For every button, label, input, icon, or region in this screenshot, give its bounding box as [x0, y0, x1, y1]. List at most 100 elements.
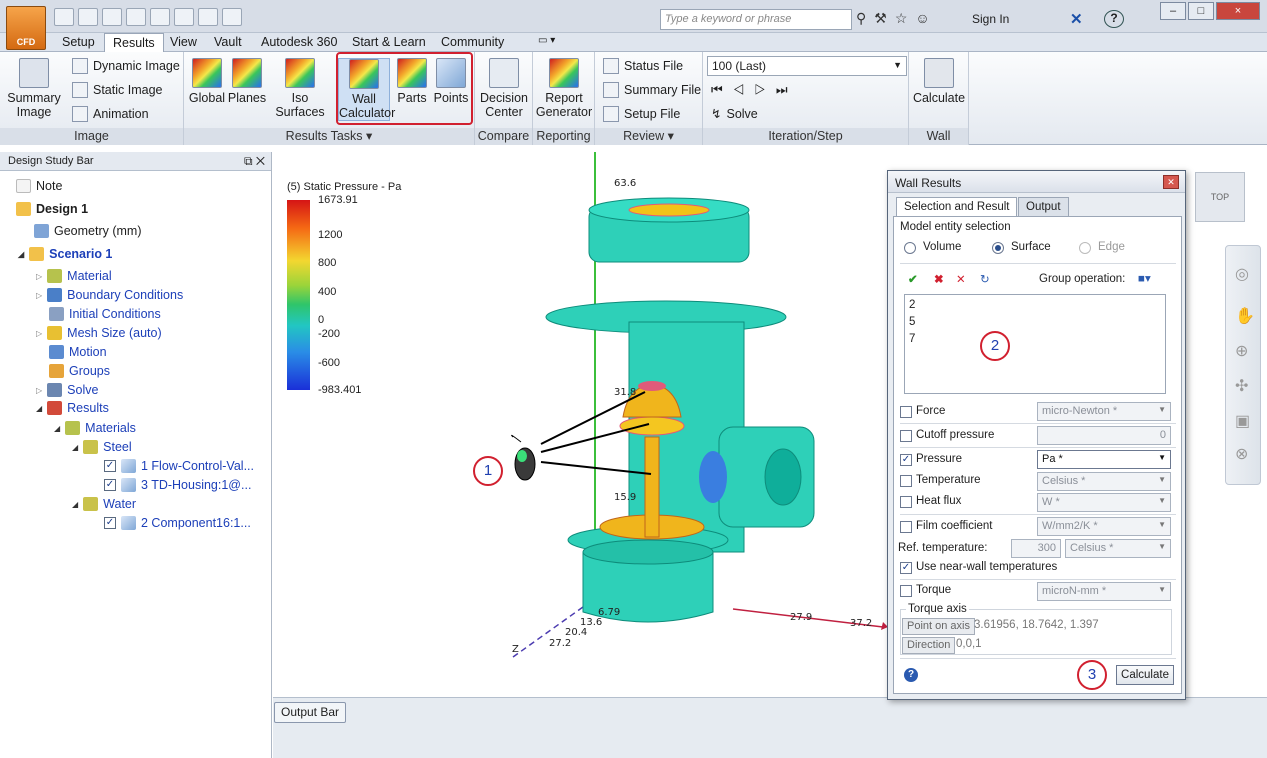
expanded-icon[interactable]: ◢: [72, 500, 78, 509]
tree-item-part-1[interactable]: ✓ 1 Flow-Control-Val...: [104, 459, 254, 473]
collapsed-icon[interactable]: ▷: [36, 272, 42, 281]
minimize-button[interactable]: –: [1160, 2, 1186, 20]
heat-flux-checkbox[interactable]: [900, 496, 912, 508]
tree-item-initial-conditions[interactable]: Initial Conditions: [36, 307, 161, 321]
dynamic-image-button[interactable]: Dynamic Image: [72, 58, 180, 74]
radio-volume[interactable]: [904, 242, 916, 254]
user-icon[interactable]: ☺: [915, 10, 929, 27]
tab-results[interactable]: Results: [104, 33, 164, 53]
panel-controls[interactable]: ⧉ ✕: [244, 154, 265, 169]
tree-item-geometry[interactable]: Geometry (mm): [34, 224, 142, 238]
group-operation-icon[interactable]: ■▾: [1138, 271, 1151, 285]
pressure-unit-select[interactable]: Pa * ▼: [1037, 450, 1171, 469]
list-item[interactable]: 5: [909, 316, 915, 328]
app-logo[interactable]: CFD: [6, 6, 46, 50]
save-icon[interactable]: [102, 8, 122, 26]
tree-item-groups[interactable]: Groups: [36, 364, 110, 378]
selection-list[interactable]: 2 5 7 2: [904, 294, 1166, 394]
tree-item-mesh-size[interactable]: ▷ Mesh Size (auto): [36, 326, 162, 340]
tab-view[interactable]: View: [162, 35, 205, 49]
tree-item-note[interactable]: Note: [16, 179, 62, 193]
step-controls[interactable]: ⏮◁▷⏭: [711, 82, 798, 98]
tree-item-part-3[interactable]: ✓ 3 TD-Housing:1@...: [104, 478, 251, 492]
animation-button[interactable]: Animation: [72, 106, 149, 122]
tree-item-design[interactable]: Design 1: [16, 202, 88, 216]
prev-step-icon[interactable]: ◁: [733, 82, 755, 97]
collapsed-icon[interactable]: ▷: [36, 329, 42, 338]
cutoff-pressure-checkbox[interactable]: [900, 430, 912, 442]
radio-surface[interactable]: [992, 242, 1004, 254]
next-step-icon[interactable]: ▷: [754, 82, 776, 97]
global-button[interactable]: Global: [187, 58, 227, 105]
tree-item-materials[interactable]: ◢ Materials: [54, 421, 136, 435]
visibility-checkbox[interactable]: ✓: [104, 479, 116, 491]
remove-selection-icon[interactable]: ✖: [934, 272, 944, 286]
tab-selection-and-result[interactable]: Selection and Result: [896, 197, 1018, 218]
first-step-icon[interactable]: ⏮: [711, 82, 733, 97]
add-selection-icon[interactable]: ✔: [908, 272, 918, 286]
exchange-icon[interactable]: ✕: [1070, 10, 1083, 28]
iso-surfaces-button[interactable]: Iso Surfaces: [267, 58, 333, 119]
refresh-icon[interactable]: ↻: [980, 272, 990, 286]
calculate-button[interactable]: Calculate: [1116, 665, 1174, 685]
output-bar-button[interactable]: Output Bar: [274, 702, 346, 723]
orbit-icon[interactable]: ✣: [1235, 376, 1248, 396]
pan-icon[interactable]: ✋: [1235, 306, 1255, 326]
expanded-icon[interactable]: ◢: [72, 443, 78, 452]
decision-center-button[interactable]: Decision Center: [477, 58, 531, 119]
review-group-label[interactable]: Review ▾: [595, 128, 702, 145]
temperature-checkbox[interactable]: [900, 475, 912, 487]
new-file-icon[interactable]: [54, 8, 74, 26]
list-item[interactable]: 7: [909, 333, 915, 345]
report-generator-button[interactable]: Report Generator: [535, 58, 593, 119]
star-icon[interactable]: ☆: [895, 10, 908, 27]
tab-autodesk-360[interactable]: Autodesk 360: [253, 35, 345, 49]
tree-item-part-2[interactable]: ✓ 2 Component16:1...: [104, 516, 251, 530]
tree-item-material[interactable]: ▷ Material: [36, 269, 112, 283]
tree-item-results[interactable]: ◢ Results: [36, 401, 109, 415]
ribbon-toggle-icon[interactable]: ▭ ▾: [530, 35, 563, 46]
box-icon[interactable]: [174, 8, 194, 26]
expanded-icon[interactable]: ◢: [36, 404, 42, 413]
tree-item-scenario[interactable]: ◢ Scenario 1: [18, 247, 112, 261]
expanded-icon[interactable]: ◢: [18, 250, 24, 259]
summary-file-button[interactable]: Summary File: [603, 82, 701, 98]
expanded-icon[interactable]: ◢: [54, 424, 60, 433]
tab-setup[interactable]: Setup: [54, 35, 103, 49]
tree-item-steel[interactable]: ◢ Steel: [72, 440, 132, 454]
sign-in-link[interactable]: Sign In: [972, 12, 1009, 26]
tools-icon[interactable]: ⚒: [874, 10, 887, 27]
close-button[interactable]: ×: [1216, 2, 1260, 20]
layout-icon[interactable]: [198, 8, 218, 26]
view-cube[interactable]: TOP: [1195, 172, 1245, 222]
tree-item-water[interactable]: ◢ Water: [72, 497, 136, 511]
maximize-button[interactable]: □: [1188, 2, 1214, 20]
static-image-button[interactable]: Static Image: [72, 82, 162, 98]
solve-button[interactable]: ↯ Solve: [711, 106, 758, 122]
clear-selection-icon[interactable]: ✕: [956, 272, 966, 286]
film-coefficient-checkbox[interactable]: [900, 521, 912, 533]
visibility-checkbox[interactable]: ✓: [104, 517, 116, 529]
tree-item-solve[interactable]: ▷ Solve: [36, 383, 98, 397]
center-icon[interactable]: ⊗: [1235, 444, 1248, 464]
tab-output[interactable]: Output: [1018, 197, 1069, 217]
dialog-close-button[interactable]: ✕: [1163, 175, 1179, 189]
help-button[interactable]: ?: [1104, 10, 1124, 28]
torque-checkbox[interactable]: [900, 585, 912, 597]
binoculars-icon[interactable]: ⚲: [856, 10, 866, 27]
tab-community[interactable]: Community: [433, 35, 512, 49]
visibility-checkbox[interactable]: ✓: [104, 460, 116, 472]
select-icon[interactable]: [150, 8, 170, 26]
tree-item-motion[interactable]: Motion: [36, 345, 107, 359]
settings-icon[interactable]: [222, 8, 242, 26]
tree-item-boundary-conditions[interactable]: ▷ Boundary Conditions: [36, 288, 183, 302]
summary-image-button[interactable]: Summary Image: [6, 58, 62, 119]
results-tasks-label[interactable]: Results Tasks ▾: [184, 128, 474, 145]
look-icon[interactable]: ▣: [1235, 411, 1250, 431]
collapsed-icon[interactable]: ▷: [36, 291, 42, 300]
force-checkbox[interactable]: [900, 406, 912, 418]
calculate-ribbon-button[interactable]: Calculate: [911, 58, 967, 105]
tab-vault[interactable]: Vault: [206, 35, 250, 49]
iteration-select[interactable]: 100 (Last) ▼: [707, 56, 907, 76]
tab-start-learn[interactable]: Start & Learn: [344, 35, 434, 49]
